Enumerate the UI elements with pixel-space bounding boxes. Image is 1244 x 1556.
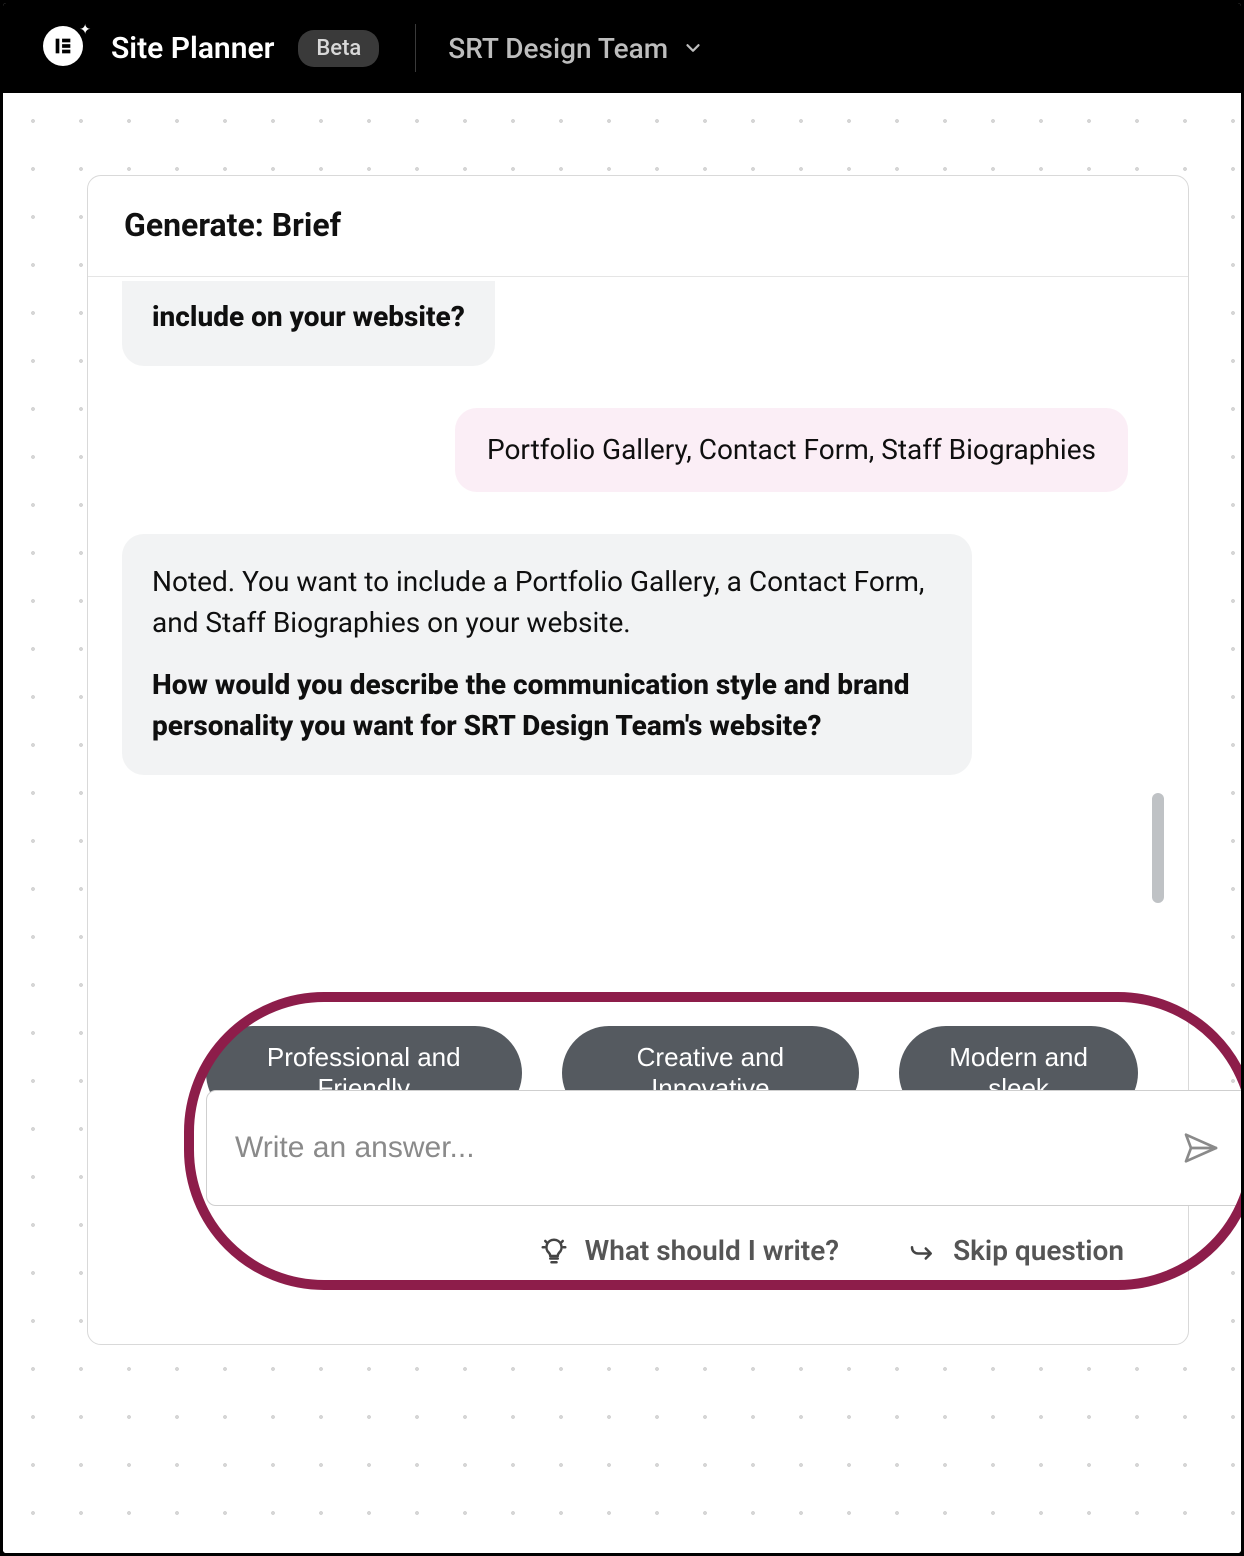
assistant-message: include on your website? bbox=[122, 281, 495, 366]
beta-badge: Beta bbox=[298, 30, 379, 67]
app-viewport: ✦ Site Planner Beta SRT Design Team Gene… bbox=[0, 0, 1244, 1556]
answer-input[interactable] bbox=[235, 1131, 1177, 1165]
app-logo: ✦ bbox=[43, 26, 87, 70]
helpers-row: What should I write? Skip question bbox=[88, 1234, 1188, 1267]
user-message-text: Portfolio Gallery, Contact Form, Staff B… bbox=[487, 433, 1096, 466]
skip-icon bbox=[907, 1236, 937, 1266]
answer-input-row bbox=[206, 1090, 1244, 1206]
assistant-question: How would you describe the communication… bbox=[152, 665, 942, 746]
assistant-question-fragment: include on your website? bbox=[152, 297, 465, 338]
send-button[interactable] bbox=[1177, 1124, 1225, 1172]
hint-label: What should I write? bbox=[585, 1234, 839, 1267]
assistant-message: Noted. You want to include a Portfolio G… bbox=[122, 534, 972, 774]
scrollbar-thumb[interactable] bbox=[1152, 793, 1164, 903]
skip-button[interactable]: Skip question bbox=[907, 1234, 1124, 1267]
canvas-background: Generate: Brief include on your website?… bbox=[3, 93, 1241, 1553]
sparkle-icon: ✦ bbox=[79, 22, 91, 38]
workspace-dropdown[interactable]: SRT Design Team bbox=[448, 32, 704, 65]
panel-title: Generate: Brief bbox=[88, 176, 1188, 277]
hint-button[interactable]: What should I write? bbox=[539, 1234, 839, 1267]
brief-panel: Generate: Brief include on your website?… bbox=[87, 175, 1189, 1345]
lightbulb-icon bbox=[539, 1236, 569, 1266]
elementor-logo-icon bbox=[43, 26, 83, 66]
top-bar: ✦ Site Planner Beta SRT Design Team bbox=[3, 3, 1241, 93]
assistant-confirmation: Noted. You want to include a Portfolio G… bbox=[152, 562, 942, 643]
workspace-name: SRT Design Team bbox=[448, 32, 668, 65]
divider bbox=[415, 24, 416, 72]
chevron-down-icon bbox=[682, 37, 704, 59]
send-icon bbox=[1181, 1128, 1221, 1168]
app-title: Site Planner bbox=[111, 31, 274, 66]
skip-label: Skip question bbox=[953, 1234, 1124, 1267]
user-message: Portfolio Gallery, Contact Form, Staff B… bbox=[455, 408, 1128, 493]
